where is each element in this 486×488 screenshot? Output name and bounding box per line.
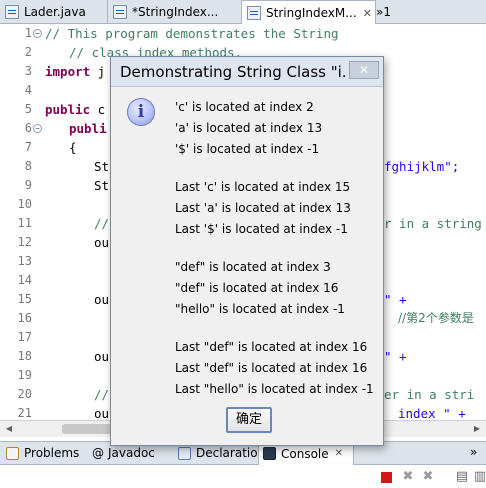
problems-icon: [6, 446, 19, 460]
line-number: 18: [17, 349, 32, 363]
code-token: j: [90, 64, 106, 79]
message-line: Last "def" is located at index 16: [175, 340, 368, 354]
line-number: 2: [24, 45, 32, 59]
message-line: Last 'a' is located at index 13: [175, 201, 351, 215]
javadoc-icon: @: [92, 446, 104, 460]
line-number: 8: [24, 159, 32, 173]
code-line: publi: [69, 121, 107, 136]
fold-collapse-icon[interactable]: −: [33, 124, 42, 133]
info-icon: i: [127, 98, 155, 126]
declaration-icon: [178, 446, 191, 460]
code-line: {: [69, 140, 77, 155]
terminate-icon[interactable]: [378, 469, 394, 485]
tab-overflow-button[interactable]: »1: [376, 0, 391, 24]
remove-all-terminated-icon[interactable]: ✖: [420, 469, 436, 485]
message-line: "hello" is located at index -1: [175, 302, 345, 316]
line-number: 13: [17, 254, 32, 268]
code-line: public c: [45, 100, 105, 119]
code-line: " +: [384, 292, 407, 307]
console-icon: [263, 447, 276, 460]
message-line: Last "def" is located at index 16: [175, 361, 368, 375]
message-line: 'c' is located at index 2: [175, 100, 314, 114]
message-line: "def" is located at index 16: [175, 281, 339, 295]
message-line: "def" is located at index 3: [175, 260, 331, 274]
line-number: 19: [17, 368, 32, 382]
line-number: 9: [24, 178, 32, 192]
editor-tab-stringindexm-active[interactable]: StringIndexM... ✕: [242, 0, 376, 25]
code-line: //: [94, 387, 110, 402]
code-line: St: [94, 159, 110, 174]
code-line: //第2个参数是: [398, 311, 474, 325]
editor-tab-label: StringIndexM...: [266, 6, 357, 20]
line-number: 17: [17, 330, 32, 344]
editor-tab-lader[interactable]: Lader.java: [0, 0, 108, 24]
code-line: ou: [94, 292, 110, 307]
code-line: r in a string: [384, 216, 482, 231]
message-line: '$' is located at index -1: [175, 142, 320, 156]
line-number: 10: [17, 197, 32, 211]
tab-label: Problems: [24, 446, 80, 460]
editor-tab-stringindex-dirty[interactable]: *StringIndex...: [108, 0, 242, 24]
line-number: 5: [24, 102, 32, 116]
line-number: 15: [17, 292, 32, 306]
code-line: St: [94, 178, 110, 193]
code-token: c: [90, 102, 106, 117]
line-number: 3: [24, 64, 32, 78]
tab-label: Console: [281, 446, 329, 461]
close-icon[interactable]: ✕: [363, 7, 372, 20]
keyword-token: import: [45, 64, 91, 79]
message-dialog: Demonstrating String Class "i... ✕ i 'c'…: [110, 56, 384, 446]
code-line: fghijklm";: [384, 159, 460, 174]
code-line: ou: [94, 235, 110, 250]
java-file-icon: [247, 6, 261, 20]
line-number: 7: [24, 140, 32, 154]
code-line: import j: [45, 62, 105, 81]
tab-label: Declaration: [196, 446, 266, 460]
code-line: //: [94, 216, 110, 231]
keyword-token: public: [45, 102, 91, 117]
editor-tab-strip: Lader.java *StringIndex... StringIndexM.…: [0, 0, 486, 25]
clear-console-icon[interactable]: ▤: [454, 469, 470, 485]
line-number: 16: [17, 311, 32, 325]
view-menu-overflow-button[interactable]: »: [470, 445, 477, 459]
line-number: 4: [24, 83, 32, 97]
close-icon[interactable]: ✕: [335, 448, 343, 459]
java-file-icon: [5, 5, 19, 19]
remove-launch-icon[interactable]: ✖: [400, 469, 416, 485]
java-file-icon: [113, 5, 127, 19]
code-line: er in a stri: [384, 387, 475, 402]
editor-tab-label: *StringIndex...: [132, 5, 219, 19]
fold-collapse-icon[interactable]: −: [33, 29, 42, 38]
ok-button[interactable]: 确定: [226, 407, 272, 433]
dialog-title: Demonstrating String Class "i...: [120, 63, 346, 81]
console-toolbar: ✖ ✖ ▤ ▥: [0, 465, 486, 488]
line-number: 12: [17, 235, 32, 249]
message-line: Last '$' is located at index -1: [175, 222, 348, 236]
line-number: 11: [17, 216, 32, 230]
code-line: ou: [94, 349, 110, 364]
dialog-titlebar[interactable]: Demonstrating String Class "i... ✕: [111, 57, 383, 87]
tab-label: Javadoc: [108, 446, 155, 460]
editor-tab-label: Lader.java: [24, 5, 86, 19]
scroll-lock-icon[interactable]: ▥: [472, 469, 486, 485]
line-number: 6: [24, 121, 32, 135]
line-number-gutter: 1 2 3 4 5 6 7 8 9 10 11 12 13 14 15 16 1…: [0, 24, 44, 420]
close-icon[interactable]: ✕: [349, 61, 379, 79]
line-number: 1: [24, 26, 32, 40]
tab-problems[interactable]: Problems: [2, 442, 88, 464]
code-line: " +: [384, 349, 407, 364]
message-line: 'a' is located at index 13: [175, 121, 323, 135]
line-number: 20: [17, 387, 32, 401]
scroll-left-icon[interactable]: ◀: [2, 423, 16, 435]
message-line: Last "hello" is located at index -1: [175, 382, 374, 396]
scroll-right-icon[interactable]: ▶: [470, 423, 484, 435]
message-line: Last 'c' is located at index 15: [175, 180, 351, 194]
line-number: 14: [17, 273, 32, 287]
code-line: // This program demonstrates the String: [45, 26, 339, 41]
